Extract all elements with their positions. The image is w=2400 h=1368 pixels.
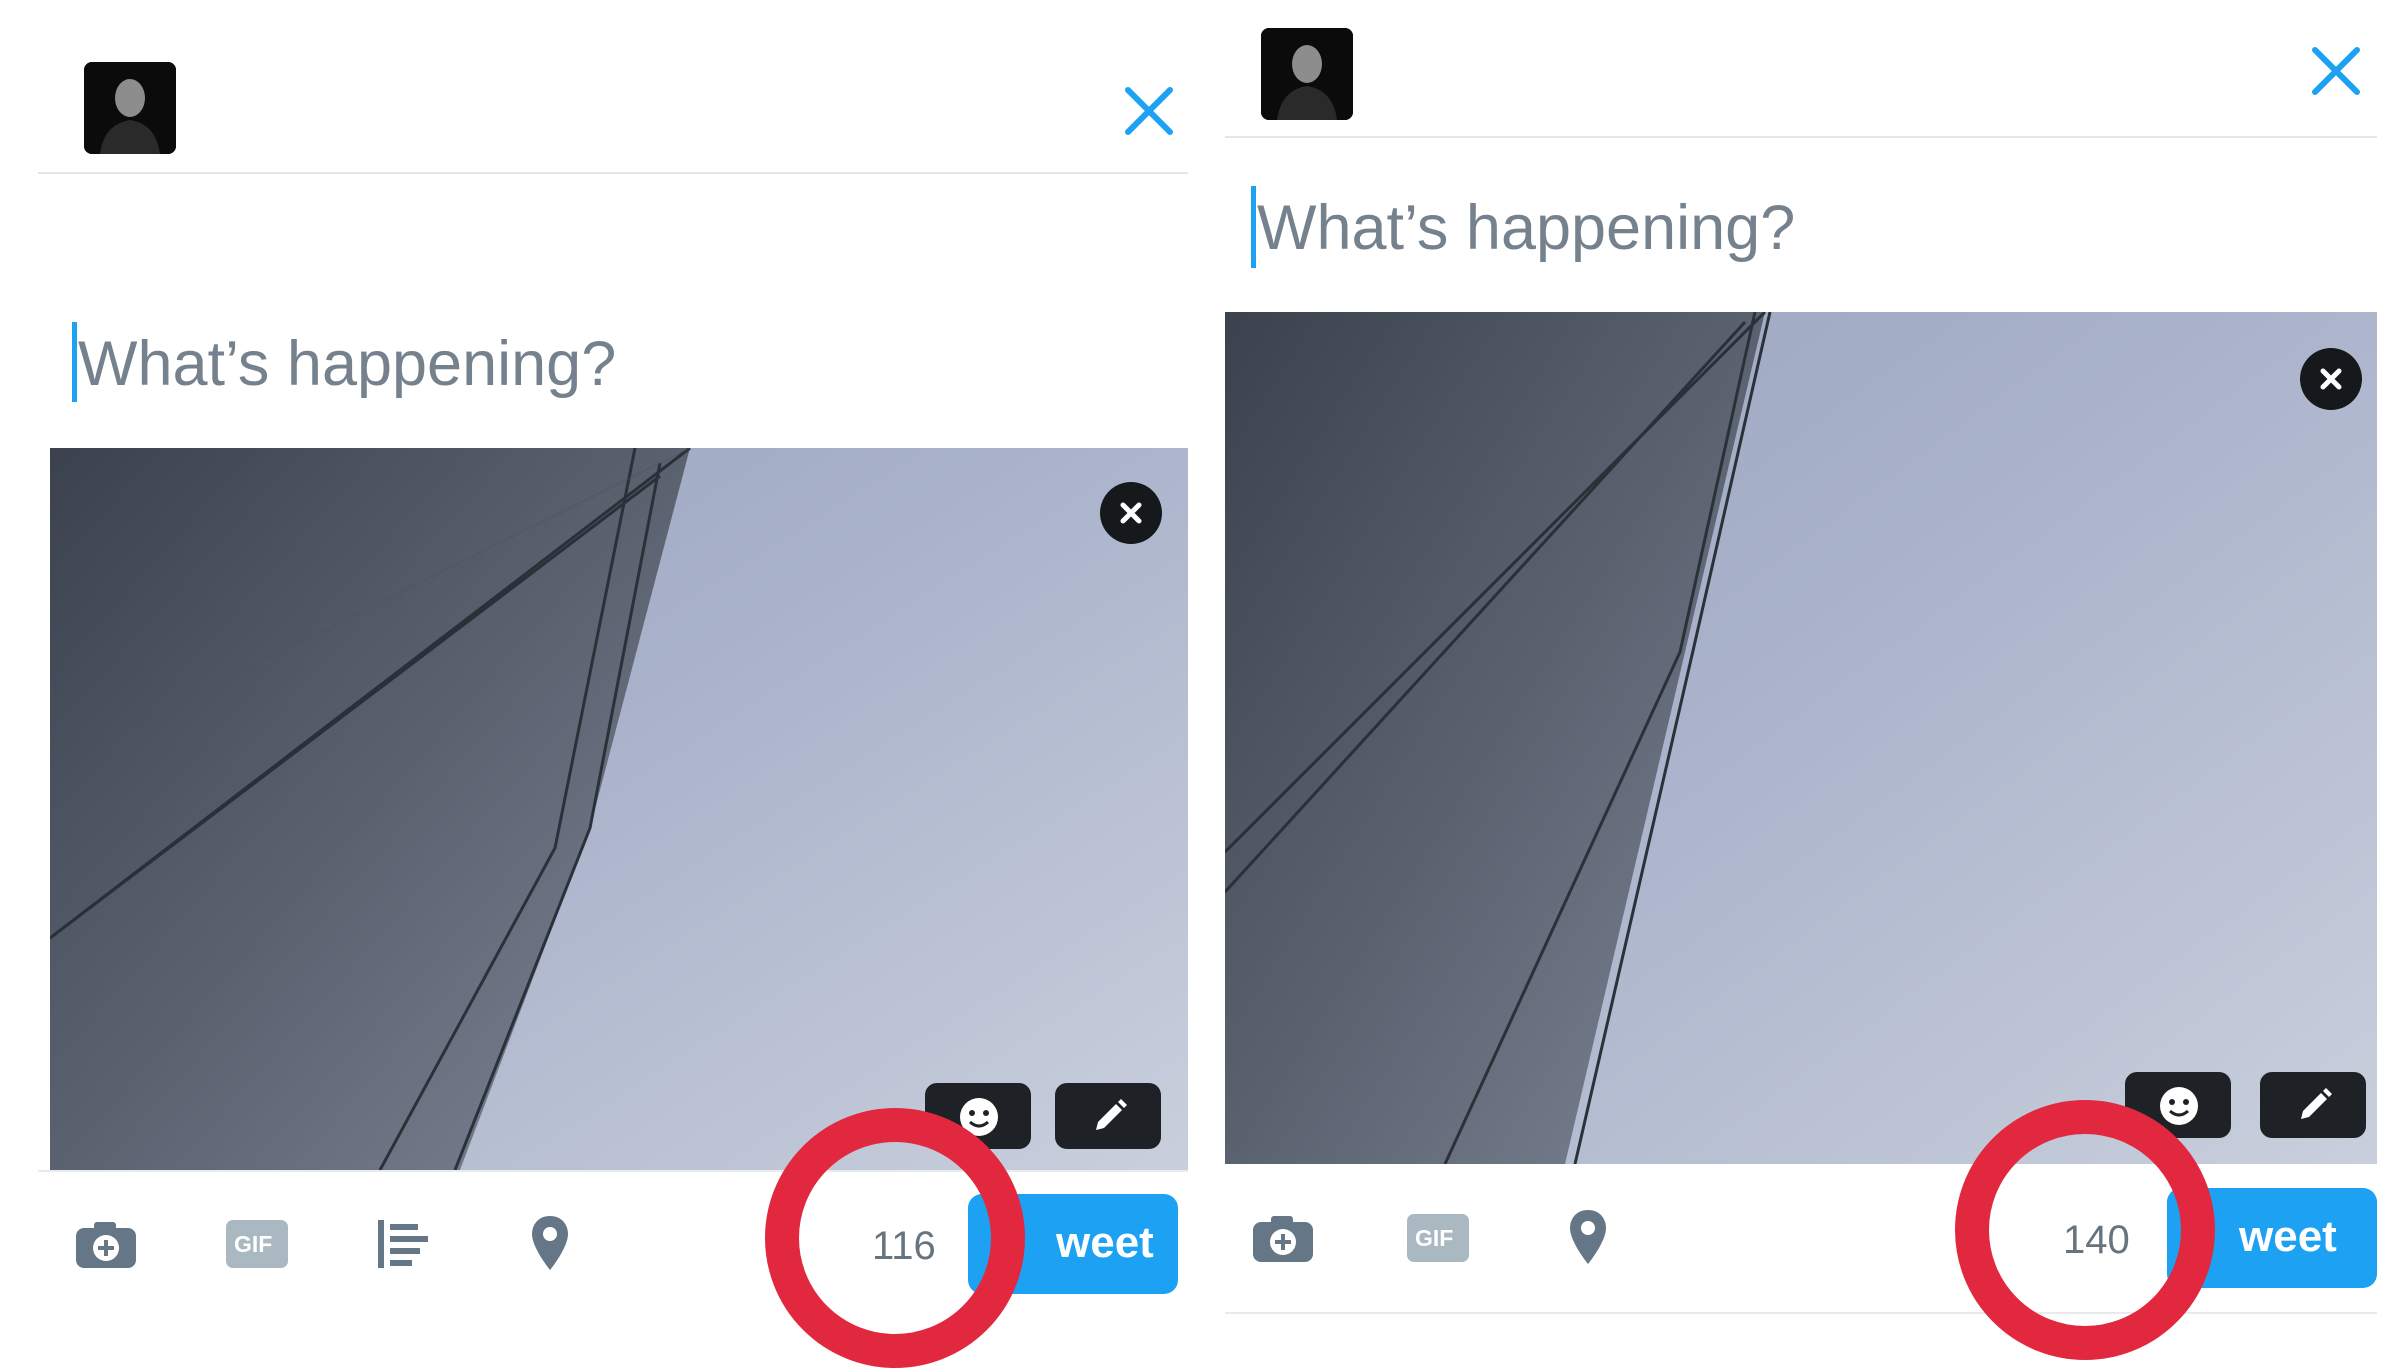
gif-icon[interactable]: GIF	[226, 1220, 288, 1268]
tweet-button[interactable]: weet	[2167, 1188, 2377, 1288]
attached-photo	[1225, 312, 2377, 1164]
tweet-button-label: weet	[1056, 1218, 1154, 1267]
location-pin-icon[interactable]	[530, 1214, 570, 1277]
character-counter: 140	[2063, 1218, 2130, 1262]
toolbar-divider	[1225, 1312, 2377, 1314]
location-pin-icon[interactable]	[1568, 1208, 1608, 1271]
header-divider	[38, 172, 1188, 174]
left-tweet-composer: What’s happening? GIF 116 weet	[38, 0, 1188, 1368]
edit-pencil-icon	[1096, 1099, 1127, 1130]
gif-label: GIF	[234, 1231, 273, 1257]
poll-icon[interactable]	[376, 1218, 436, 1275]
edit-photo-button[interactable]	[2260, 1072, 2366, 1138]
remove-photo-button[interactable]	[2300, 348, 2362, 410]
camera-icon[interactable]	[74, 1218, 138, 1275]
avatar[interactable]	[84, 62, 176, 154]
text-cursor	[1251, 186, 1256, 268]
avatar[interactable]	[1261, 28, 1353, 120]
close-icon[interactable]	[2305, 40, 2367, 102]
compose-textbox[interactable]: What’s happening?	[78, 328, 616, 400]
character-counter: 116	[872, 1224, 936, 1268]
right-tweet-composer: What’s happening? GIF 140 weet	[1225, 0, 2377, 1360]
edit-photo-button[interactable]	[1055, 1083, 1161, 1149]
header-divider	[1225, 136, 2377, 138]
add-sticker-button[interactable]	[2125, 1072, 2231, 1138]
sticker-icon	[960, 1098, 998, 1136]
camera-icon[interactable]	[1251, 1212, 1315, 1269]
attached-photo	[50, 448, 1188, 1170]
add-sticker-button[interactable]	[925, 1083, 1031, 1149]
tweet-button[interactable]: weet	[968, 1194, 1178, 1294]
tweet-button-label: weet	[2239, 1212, 2337, 1261]
remove-photo-button[interactable]	[1100, 482, 1162, 544]
close-icon[interactable]	[1118, 80, 1180, 142]
sticker-icon	[2160, 1087, 2198, 1125]
toolbar-divider	[38, 1170, 1188, 1172]
gif-label: GIF	[1415, 1225, 1454, 1251]
compose-textbox[interactable]: What’s happening?	[1257, 192, 1795, 264]
text-cursor	[72, 322, 77, 402]
gif-icon[interactable]: GIF	[1407, 1214, 1469, 1262]
edit-pencil-icon	[2301, 1088, 2332, 1119]
